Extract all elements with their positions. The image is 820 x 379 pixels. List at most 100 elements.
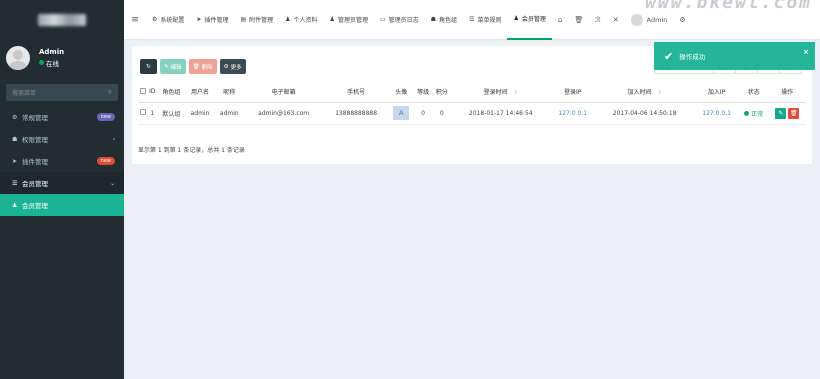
sidebar-search-input[interactable]: 搜索菜单 ⚲ xyxy=(6,84,118,101)
gears-icon[interactable]: ⚙ xyxy=(679,16,685,24)
status-label: 正常 xyxy=(751,110,764,118)
menu-toggle-icon[interactable]: ≡ xyxy=(124,15,146,25)
sidebar-item-general[interactable]: ⚙ 常规管理 new xyxy=(0,106,124,128)
col-avatar[interactable]: 头像 xyxy=(388,82,414,103)
home-icon[interactable]: ⌂ xyxy=(558,16,562,24)
chevron-left-icon: ‹ xyxy=(112,135,115,143)
tab-label: 附件管理 xyxy=(249,17,274,24)
row-delete-button[interactable]: 🗑 xyxy=(788,107,800,119)
col-username[interactable]: 用户名 xyxy=(185,82,215,103)
cell-login-ip: 127.0.0.1 xyxy=(550,102,596,125)
list-alt-icon: ▭ xyxy=(379,16,386,23)
col-login-ip[interactable]: 登录IP xyxy=(550,82,596,103)
checkbox-icon xyxy=(139,109,146,115)
avatar[interactable]: A xyxy=(393,106,410,120)
edit-label: 编辑 xyxy=(170,64,182,71)
sort-icon: ⇕ xyxy=(657,90,662,97)
logo[interactable] xyxy=(0,0,124,40)
select-all-checkbox[interactable] xyxy=(138,82,148,103)
sort-icon: ⇕ xyxy=(513,90,518,97)
tab-label: 插件管理 xyxy=(204,17,229,24)
user-menu[interactable]: Admin xyxy=(630,13,667,26)
cell-nickname: admin xyxy=(214,102,244,125)
sidebar-item-member-manage[interactable]: ♟ 会员管理 xyxy=(0,194,124,216)
tab-system-config[interactable]: ⚙ 系统配置 xyxy=(146,0,190,40)
user-icon: ♟ xyxy=(285,16,291,23)
col-join-time-label: 加入时间 xyxy=(627,89,652,97)
tab-admin-log[interactable]: ▭ 管理员日志 xyxy=(374,0,425,40)
col-level[interactable]: 等级 xyxy=(413,82,433,103)
col-group[interactable]: 角色组 xyxy=(157,82,186,103)
login-ip-link[interactable]: 127.0.0.1 xyxy=(558,110,587,117)
col-email[interactable]: 电子邮箱 xyxy=(243,82,324,103)
new-badge: new xyxy=(96,113,115,121)
sidebar-item-label: 会员管理 xyxy=(22,202,48,210)
tab-profile[interactable]: ♟ 个人资料 xyxy=(279,0,323,40)
sidebar-item-addon[interactable]: ➤ 插件管理 new xyxy=(0,150,124,172)
new-badge: new xyxy=(96,157,115,165)
user-name: Admin xyxy=(39,47,65,56)
col-join-ip[interactable]: 加入IP xyxy=(694,82,739,103)
rocket-icon: ➤ xyxy=(196,16,202,23)
more-label: 更多 xyxy=(230,64,242,71)
rocket-icon: ➤ xyxy=(12,157,18,165)
tab-label: 系统配置 xyxy=(160,17,185,24)
delete-button[interactable]: 🗑 删除 xyxy=(188,59,217,74)
tab-label: 菜单规则 xyxy=(477,17,502,24)
tab-rule[interactable]: ☰ 菜单规则 xyxy=(463,0,507,40)
sidebar-item-auth[interactable]: ☗ 权限管理 ‹ xyxy=(0,128,124,150)
table-row[interactable]: 1 默认组 admin admin admin@163.com 13888888… xyxy=(138,102,806,125)
tab-admin[interactable]: ♟ 管理员管理 xyxy=(324,0,374,40)
logo-image xyxy=(38,14,86,26)
col-id[interactable]: ID xyxy=(147,82,158,103)
top-navbar: ≡ ⚙ 系统配置 ➤ 插件管理 ▤ 附件管理 ♟ 个人资料 ♟ 管理员管理 ▭ 管理员日志 … xyxy=(124,0,820,40)
col-actions: 操作 xyxy=(768,82,806,103)
tab-addon[interactable]: ➤ 插件管理 xyxy=(190,0,234,40)
col-nickname[interactable]: 昵称 xyxy=(214,82,244,103)
col-status[interactable]: 状态 xyxy=(738,82,769,103)
tab-group[interactable]: ☗ 角色组 xyxy=(425,0,463,40)
fullscreen-icon[interactable]: ✕ xyxy=(613,16,619,24)
cell-mobile: 13888888888 xyxy=(323,102,389,125)
toast-message: 操作成功 xyxy=(679,53,706,61)
status-badge[interactable]: 正常 xyxy=(744,109,763,118)
avatar xyxy=(630,13,643,26)
row-edit-button[interactable]: ✎ xyxy=(775,107,787,119)
cell-join-time: 2017-04-06 14:50:18 xyxy=(595,102,695,125)
col-login-time-label: 登录时间 xyxy=(483,89,508,97)
col-score[interactable]: 积分 xyxy=(432,82,452,103)
user-status: 在线 xyxy=(39,58,64,68)
sidebar-search-placeholder: 搜索菜单 xyxy=(12,90,37,97)
sidebar-item-label: 常规管理 xyxy=(22,114,48,122)
status-dot-icon xyxy=(744,110,750,116)
join-ip-link[interactable]: 127.0.0.1 xyxy=(702,110,731,117)
col-mobile[interactable]: 手机号 xyxy=(323,82,389,103)
close-icon[interactable]: × xyxy=(803,48,809,56)
tab-attachment[interactable]: ▤ 附件管理 xyxy=(234,0,279,40)
more-button[interactable]: ⚙ 更多 xyxy=(219,59,246,74)
col-join-time[interactable]: 加入时间 ⇕ xyxy=(595,82,695,103)
translate-icon[interactable]: ℛ xyxy=(595,16,601,24)
cell-username: admin xyxy=(185,102,215,125)
online-dot-icon xyxy=(39,60,44,65)
trash-icon: 🗑 xyxy=(192,63,200,70)
cell-id: 1 xyxy=(147,102,158,125)
cell-status: 正常 xyxy=(738,102,769,125)
avatar xyxy=(6,45,30,70)
tab-label: 角色组 xyxy=(439,17,458,24)
sidebar-item-label: 会员管理 xyxy=(22,180,48,188)
tab-member[interactable]: ♟ 会员管理 xyxy=(507,0,552,40)
col-login-time[interactable]: 登录时间 ⇕ xyxy=(451,82,551,103)
chevron-down-icon: ⌄ xyxy=(109,179,115,187)
sidebar-item-member[interactable]: ☰ 会员管理 ⌄ xyxy=(0,172,124,194)
refresh-button[interactable]: ↻ xyxy=(140,59,157,74)
cogs-icon: ⚙ xyxy=(12,113,18,121)
pagination-info: 显示第 1 到第 1 条记录，总共 1 条记录 xyxy=(138,147,245,154)
trash-icon[interactable]: 🗑 xyxy=(574,16,583,24)
edit-button[interactable]: ✎ 编辑 xyxy=(160,59,186,74)
search-icon[interactable]: ⚲ xyxy=(108,89,112,96)
row-checkbox[interactable] xyxy=(138,102,148,125)
cell-join-ip: 127.0.0.1 xyxy=(694,102,739,125)
group-icon: ☗ xyxy=(430,16,437,23)
list-icon: ☰ xyxy=(12,179,18,187)
